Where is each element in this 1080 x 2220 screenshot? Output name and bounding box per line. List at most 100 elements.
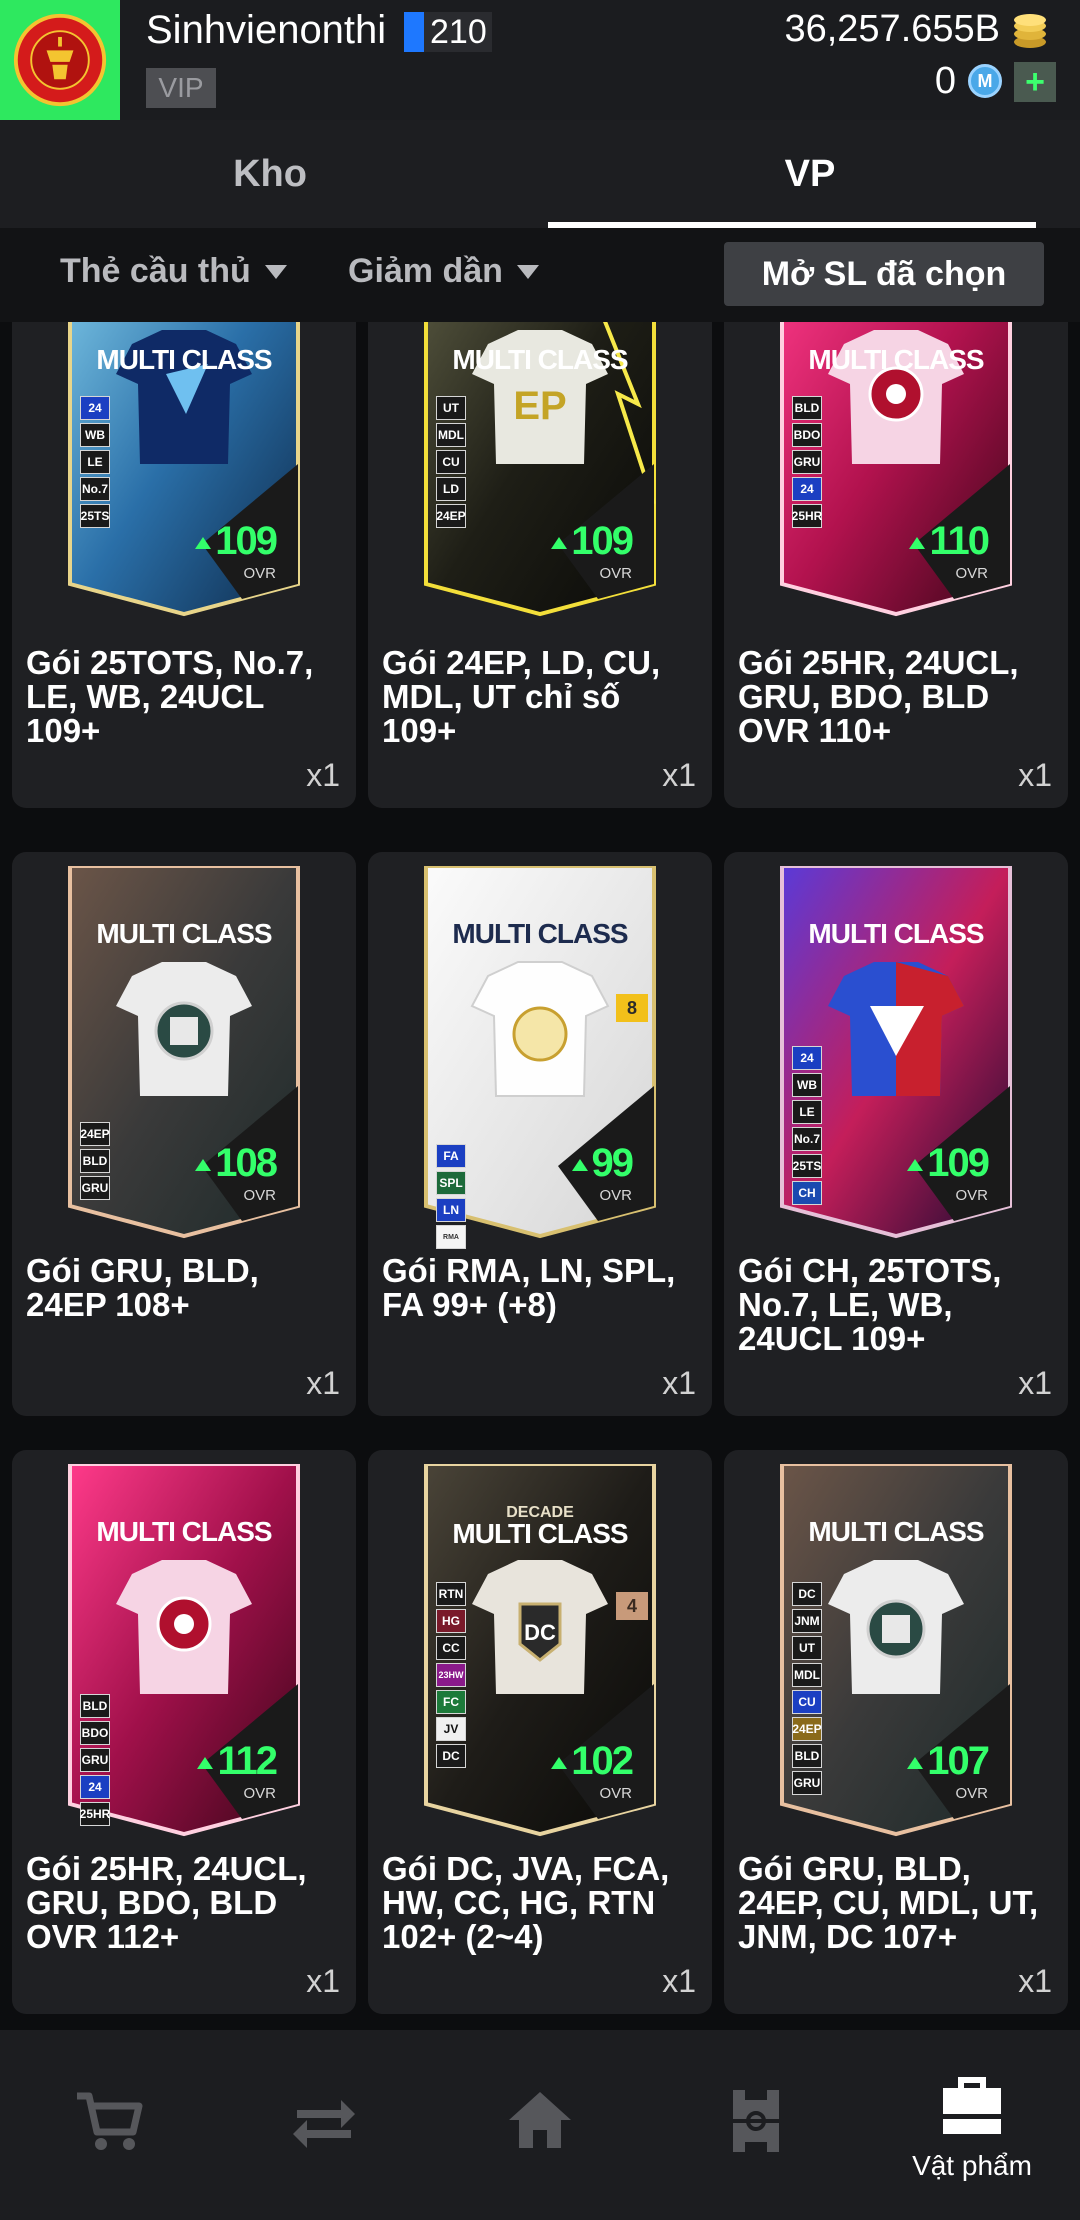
- pack-name: Gói 25TOTS, No.7, LE, WB, 24UCL 109+: [26, 644, 314, 749]
- pack-item[interactable]: MULTI CLASS DC JNM UT MDL CU 24EP BLD GR…: [724, 1450, 1068, 2014]
- pack-quantity: x1: [662, 1365, 696, 1401]
- pack-name: Gói 24EP, LD, CU, MDL, UT chỉ số 109+: [382, 644, 661, 749]
- upgrade-arrow-icon: [195, 1159, 212, 1172]
- nav-shop[interactable]: [0, 2030, 216, 2220]
- add-currency-button[interactable]: +: [1014, 62, 1056, 102]
- card-tag: 24: [80, 1775, 110, 1799]
- card-ovr-value: 99: [591, 1141, 634, 1185]
- type-filter-label: Thẻ cầu thủ: [60, 252, 251, 290]
- app-root: Sinhvienonthi 210 VIP 36,257.655B 0 M + …: [0, 0, 1080, 2220]
- card-ovr-value: 110: [929, 519, 990, 563]
- card-ovr: 99: [571, 1141, 634, 1186]
- card-tag: 24: [792, 1046, 822, 1070]
- card-tag: CC: [436, 1636, 466, 1660]
- card-tags: 24 WB LE No.7 25TS: [80, 396, 110, 528]
- pack-quantity: x1: [306, 1365, 340, 1401]
- card-tag: 25TS: [80, 504, 110, 528]
- nav-items[interactable]: Vật phẩm: [864, 2030, 1080, 2220]
- pack-name: Gói 25HR, 24UCL, GRU, BDO, BLD OVR 110+: [738, 644, 1019, 749]
- pack-quantity: x1: [306, 757, 340, 793]
- card-tags: FA SPL LN RMA: [436, 1144, 466, 1249]
- pack-item[interactable]: DC DECADE MULTI CLASS 4 RTN HG CC 23HW F…: [368, 1450, 712, 2014]
- card-class-label: MULTI CLASS: [452, 1518, 628, 1549]
- upgrade-arrow-icon: [907, 1159, 924, 1172]
- level-badge: 210: [404, 12, 492, 52]
- pack-grid: MULTI CLASS 24 WB LE No.7 25TS 109 OVR G…: [0, 322, 1080, 2032]
- chevron-down-icon: [516, 264, 539, 279]
- svg-text:DC: DC: [524, 1620, 556, 1645]
- card-tag: HG: [436, 1609, 466, 1633]
- card-ovr: 108: [195, 1141, 278, 1186]
- card-tag: BDO: [792, 423, 822, 447]
- upgrade-arrow-icon: [907, 1757, 924, 1770]
- club-logo[interactable]: [0, 0, 120, 120]
- pack-name: Gói RMA, LN, SPL, FA 99+ (+8): [382, 1252, 676, 1323]
- card-class-label: MULTI CLASS: [808, 918, 984, 949]
- sort-dropdown[interactable]: Giảm dần: [348, 252, 539, 291]
- card-class-label: MULTI CLASS: [452, 344, 628, 375]
- pack-name: Gói CH, 25TOTS, No.7, LE, WB, 24UCL 109+: [738, 1252, 1002, 1357]
- tab-bar: Kho VP: [0, 120, 1080, 228]
- upgrade-arrow-icon: [571, 1159, 588, 1172]
- sort-label: Giảm dần: [348, 252, 503, 290]
- tab-vp[interactable]: VP: [540, 120, 1080, 228]
- nav-home[interactable]: [432, 2030, 648, 2220]
- card-tag: GRU: [80, 1748, 110, 1772]
- card-tags: BLD BDO GRU 24 25HR: [80, 1694, 110, 1826]
- card-tag: WB: [792, 1073, 822, 1097]
- pack-item[interactable]: EP MULTI CLASS UT MDL CU LD 24EP 109 OVR…: [368, 322, 712, 808]
- card-tag: SPL: [436, 1171, 466, 1195]
- pack-card-image: DC DECADE MULTI CLASS 4 RTN HG CC 23HW F…: [418, 1464, 662, 1838]
- card-tag: GRU: [792, 450, 822, 474]
- card-ovr: 112: [197, 1739, 278, 1784]
- card-tag: MDL: [436, 423, 466, 447]
- card-ovr-value: 112: [217, 1739, 278, 1783]
- nav-squad[interactable]: [648, 2030, 864, 2220]
- nav-transfer[interactable]: [216, 2030, 432, 2220]
- nav-items-label: Vật phẩm: [912, 2150, 1032, 2181]
- card-tag: LE: [792, 1100, 822, 1124]
- card-ovr: 102: [551, 1739, 634, 1784]
- vip-badge[interactable]: VIP: [146, 68, 216, 108]
- pack-card-image: MULTI CLASS 24 WB LE No.7 25TS 109 OVR: [62, 322, 306, 618]
- open-selected-button[interactable]: Mở SL đã chọn: [724, 242, 1044, 306]
- pack-item[interactable]: MULTI CLASS 24EP BLD GRU 108 OVR Gói GRU…: [12, 852, 356, 1416]
- svg-text:EP: EP: [513, 384, 566, 428]
- card-tag: No.7: [80, 477, 110, 501]
- card-class-label: MULTI CLASS: [808, 344, 984, 375]
- card-ovr: 109: [551, 519, 634, 564]
- pitch-icon: [733, 2090, 779, 2152]
- card-tag: 24: [80, 396, 110, 420]
- cart-icon: [77, 2092, 143, 2150]
- card-tag: FC: [436, 1690, 466, 1714]
- tab-kho[interactable]: Kho: [0, 120, 540, 228]
- pack-item[interactable]: MULTI CLASS BLD BDO GRU 24 25HR 112 OVR …: [12, 1450, 356, 2014]
- card-tags: 24EP BLD GRU: [80, 1122, 110, 1200]
- upgrade-arrow-icon: [551, 1757, 568, 1770]
- pack-item[interactable]: MULTI CLASS 8 FA SPL LN RMA 99 OVR Gói R…: [368, 852, 712, 1416]
- card-tags: BLD BDO GRU 24 25HR: [792, 396, 822, 528]
- card-tags: RTN HG CC 23HW FC JV DC: [436, 1582, 466, 1768]
- card-tag: 23HW: [436, 1663, 466, 1687]
- card-ovr-label: OVR: [599, 1785, 632, 1802]
- mcoin-balance: 0: [934, 60, 956, 102]
- pack-item[interactable]: MULTI CLASS BLD BDO GRU 24 25HR 110 OVR …: [724, 322, 1068, 808]
- card-tag: BLD: [80, 1149, 110, 1173]
- upgrade-arrow-icon: [195, 537, 212, 550]
- card-tag: BLD: [792, 396, 822, 420]
- pack-item[interactable]: MULTI CLASS 24 WB LE No.7 25TS 109 OVR G…: [12, 322, 356, 808]
- card-tag: FA: [436, 1144, 466, 1168]
- pack-quantity: x1: [1018, 757, 1052, 793]
- card-ovr: 110: [909, 519, 990, 564]
- card-tag: LN: [436, 1198, 466, 1222]
- card-tag: UT: [792, 1636, 822, 1660]
- card-tag: 24EP: [80, 1122, 110, 1146]
- pack-quantity: x1: [662, 1963, 696, 1999]
- card-ovr-label: OVR: [955, 1785, 988, 1802]
- pack-card-image: MULTI CLASS 24 WB LE No.7 25TS CH 109 OV…: [774, 866, 1018, 1240]
- pack-item[interactable]: MULTI CLASS 24 WB LE No.7 25TS CH 109 OV…: [724, 852, 1068, 1416]
- username: Sinhvienonthi: [146, 8, 387, 52]
- card-ovr: 109: [195, 519, 278, 564]
- type-filter-dropdown[interactable]: Thẻ cầu thủ: [60, 252, 287, 291]
- card-tag: 24: [792, 477, 822, 501]
